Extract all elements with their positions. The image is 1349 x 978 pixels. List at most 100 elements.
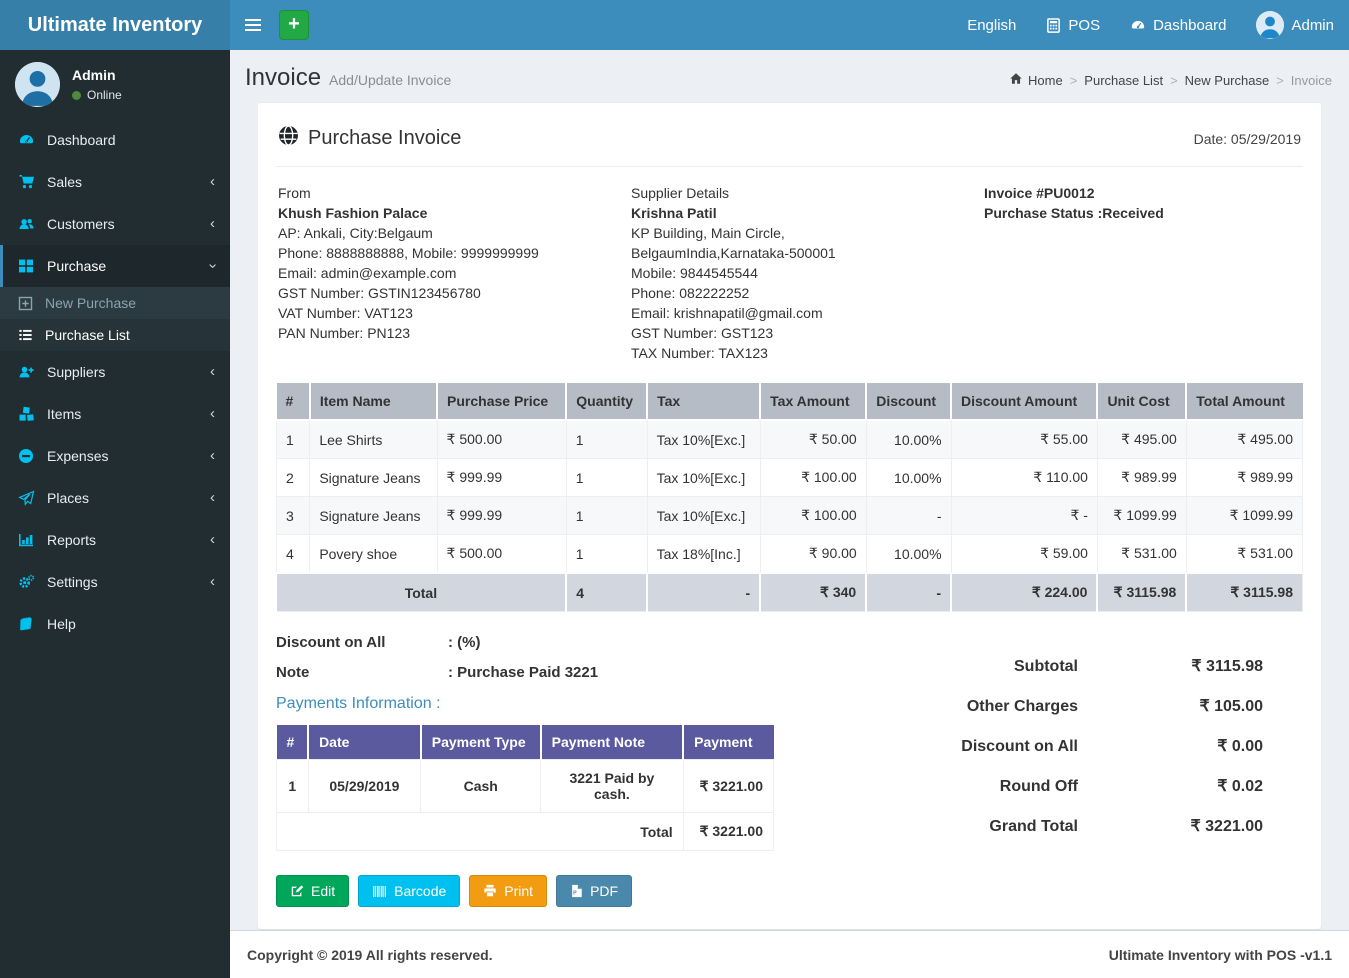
action-buttons: Edit Barcode Print P PDF xyxy=(276,875,1303,907)
chevron-down-icon: ‹ xyxy=(203,263,221,269)
plus-square-icon xyxy=(18,296,34,311)
breadcrumb-purchase-list[interactable]: Purchase List xyxy=(1084,73,1163,88)
breadcrumb-home[interactable]: Home xyxy=(1009,72,1063,88)
sidebar-item-items[interactable]: Items ‹ xyxy=(0,393,230,435)
sidebar-item-purchase-list[interactable]: Purchase List xyxy=(0,319,230,351)
cubes-icon xyxy=(18,406,36,422)
hamburger-icon xyxy=(244,19,261,21)
list-icon xyxy=(18,328,34,343)
summary-grand-total: Grand Total ₹ 3221.00 xyxy=(989,818,1263,835)
copyright-text: Copyright © 2019 All rights reserved. xyxy=(247,946,493,963)
items-total-row: Total 4 - ₹ 340 - ₹ 224.00 ₹ 3115.98 ₹ 3… xyxy=(276,572,1304,612)
globe-icon xyxy=(278,125,299,152)
sidebar-item-purchase[interactable]: Purchase ‹ xyxy=(0,245,230,287)
gauge-icon xyxy=(18,132,36,148)
bar-chart-icon xyxy=(18,532,36,548)
items-table: # Item Name Purchase Price Quantity Tax … xyxy=(275,383,1304,612)
printer-icon xyxy=(483,884,497,898)
home-icon xyxy=(1009,72,1023,88)
pencil-square-icon xyxy=(290,884,304,898)
sidebar-item-suppliers[interactable]: Suppliers ‹ xyxy=(0,351,230,393)
sidebar-item-expenses[interactable]: Expenses ‹ xyxy=(0,435,230,477)
sidebar-item-settings[interactable]: Settings ‹ xyxy=(0,561,230,603)
pos-link[interactable]: POS xyxy=(1031,0,1115,50)
app-window: Ultimate Inventory + English POS Dashboa… xyxy=(0,0,1349,978)
navbar-main: + English POS Dashboard Admin xyxy=(230,0,1349,50)
chevron-left-icon: ‹ xyxy=(210,531,215,548)
pdf-button[interactable]: P PDF xyxy=(556,875,633,907)
totals-summary: Subtotal ₹ 3115.98 Other Charges ₹ 105.0… xyxy=(853,634,1303,851)
invoice-number: Invoice #PU0012 xyxy=(984,185,1095,201)
paper-plane-icon xyxy=(18,490,36,506)
sidebar-item-customers[interactable]: Customers ‹ xyxy=(0,203,230,245)
sidebar: Admin Online Dashboard Sales ‹ Customers xyxy=(0,50,230,978)
chevron-left-icon: ‹ xyxy=(210,489,215,506)
barcode-icon xyxy=(372,885,387,898)
print-button[interactable]: Print xyxy=(469,875,548,907)
chevron-left-icon: ‹ xyxy=(210,363,215,380)
content-header: Invoice Add/Update Invoice Home > Purcha… xyxy=(230,50,1349,102)
payments-total-row: Total ₹ 3221.00 xyxy=(276,812,775,851)
grid-icon xyxy=(18,258,36,274)
avatar xyxy=(1256,11,1285,39)
brand-logo[interactable]: Ultimate Inventory xyxy=(0,0,230,50)
barcode-button[interactable]: Barcode xyxy=(358,875,461,907)
book-icon xyxy=(18,616,36,632)
language-menu[interactable]: English xyxy=(952,0,1031,50)
quick-add-button[interactable]: + xyxy=(279,10,309,40)
supplier-details: Supplier Details Krishna Patil KP Buildi… xyxy=(631,183,984,363)
online-status-icon xyxy=(72,90,81,100)
sidebar-menu: Dashboard Sales ‹ Customers ‹ Purchase ‹ xyxy=(0,119,230,645)
calculator-icon xyxy=(1046,17,1061,33)
summary-subtotal: Subtotal ₹ 3115.98 xyxy=(1014,658,1263,675)
chevron-left-icon: ‹ xyxy=(210,447,215,464)
page-title: Invoice xyxy=(245,64,322,91)
chevron-left-icon: ‹ xyxy=(210,173,215,190)
invoice-card: Purchase Invoice Date: 05/29/2019 From K… xyxy=(258,102,1321,929)
edit-button[interactable]: Edit xyxy=(276,875,350,907)
from-name: Khush Fashion Palace xyxy=(278,205,428,221)
breadcrumb: Home > Purchase List > New Purchase > In… xyxy=(1009,72,1332,88)
summary-other-charges: Other Charges ₹ 105.00 xyxy=(966,698,1263,715)
discount-on-all-line: Discount on All : (%) xyxy=(276,634,481,651)
sidebar-item-sales[interactable]: Sales ‹ xyxy=(0,161,230,203)
navbar-right-menu: English POS Dashboard Admin xyxy=(952,0,1349,50)
breadcrumb-new-purchase[interactable]: New Purchase xyxy=(1185,73,1270,88)
table-row: 1 Lee Shirts ₹ 500.00 1 Tax 10%[Exc.] ₹ … xyxy=(275,419,1304,459)
plus-icon: + xyxy=(288,13,300,35)
user-menu[interactable]: Admin xyxy=(1241,0,1349,50)
users-icon xyxy=(18,216,36,232)
svg-text:P: P xyxy=(573,891,577,897)
chevron-left-icon: ‹ xyxy=(210,573,215,590)
dashboard-link[interactable]: Dashboard xyxy=(1115,0,1241,50)
file-pdf-icon: P xyxy=(570,884,583,898)
supplier-name: Krishna Patil xyxy=(631,205,717,221)
payments-table: # Date Payment Type Payment Note Payment xyxy=(276,725,775,851)
table-row: 1 05/29/2019 Cash 3221 Paid by cash. ₹ 3… xyxy=(276,759,775,813)
top-navbar: Ultimate Inventory + English POS Dashboa… xyxy=(0,0,1349,50)
sidebar-item-help[interactable]: Help xyxy=(0,603,230,645)
table-row: 4 Povery shoe ₹ 500.00 1 Tax 18%[Inc.] ₹… xyxy=(275,534,1304,574)
invoice-meta: Invoice #PU0012 Purchase Status :Receive… xyxy=(984,183,1164,363)
invoice-date: Date: 05/29/2019 xyxy=(1193,130,1301,147)
payments-heading: Payments Information : xyxy=(276,695,441,712)
payments-table-header: # Date Payment Type Payment Note Payment xyxy=(276,725,774,760)
sidebar-user-panel: Admin Online xyxy=(0,50,230,119)
footer: Copyright © 2019 All rights reserved. Ul… xyxy=(230,930,1349,978)
sidebar-item-new-purchase[interactable]: New Purchase xyxy=(0,287,230,319)
content-area: Invoice Add/Update Invoice Home > Purcha… xyxy=(230,50,1349,930)
sidebar-item-reports[interactable]: Reports ‹ xyxy=(0,519,230,561)
sidebar-toggle-button[interactable] xyxy=(230,0,275,50)
breadcrumb-invoice: Invoice xyxy=(1290,72,1332,88)
sidebar-item-places[interactable]: Places ‹ xyxy=(0,477,230,519)
summary-round-off: Round Off ₹ 0.02 xyxy=(999,778,1263,795)
page-subtitle: Add/Update Invoice xyxy=(329,72,452,88)
chevron-left-icon: ‹ xyxy=(210,405,215,422)
summary-discount-on-all: Discount on All ₹ 0.00 xyxy=(961,738,1263,755)
sidebar-item-dashboard[interactable]: Dashboard xyxy=(0,119,230,161)
sidebar-user-name: Admin xyxy=(72,67,116,83)
from-details: From Khush Fashion Palace AP: Ankali, Ci… xyxy=(278,183,631,363)
purchase-status: Purchase Status :Received xyxy=(984,205,1164,221)
box-title: Purchase Invoice xyxy=(308,127,462,149)
version-text: Ultimate Inventory with POS -v1.1 xyxy=(1108,946,1332,963)
